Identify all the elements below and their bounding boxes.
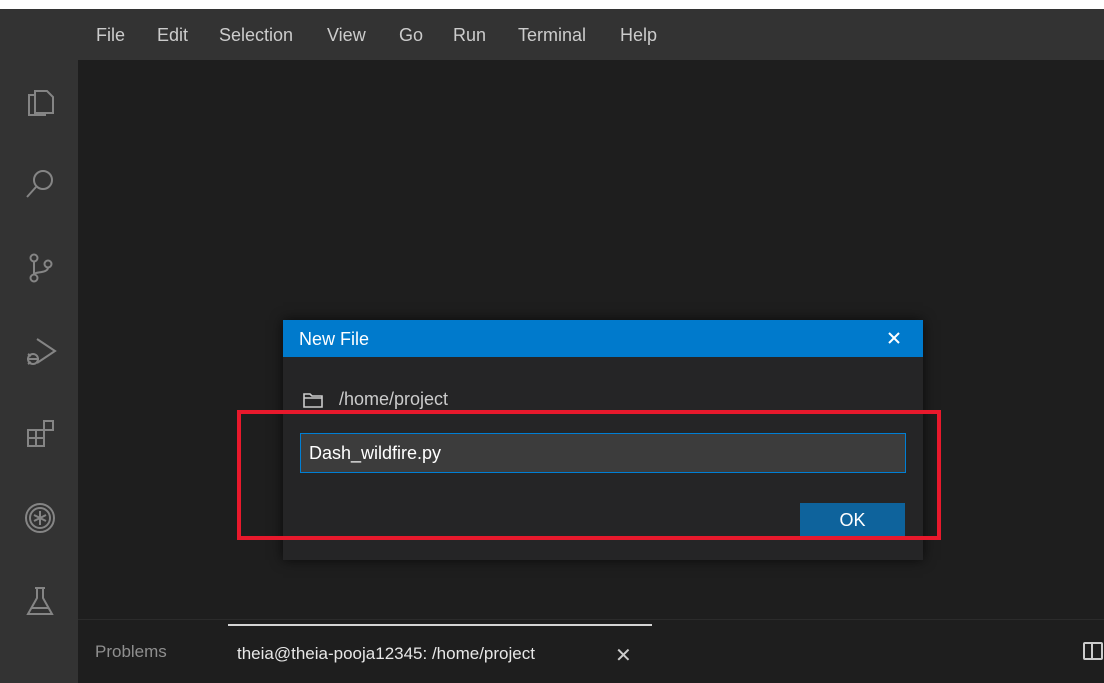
terminal-tab-label: theia@theia-pooja12345: /home/project — [237, 644, 535, 663]
dialog-header: New File — [283, 320, 923, 357]
menu-help[interactable]: Help — [620, 25, 657, 46]
close-icon[interactable] — [884, 328, 904, 348]
tab-terminal[interactable]: theia@theia-pooja12345: /home/project ✕ — [228, 624, 652, 682]
split-panel-icon[interactable] — [1083, 642, 1103, 660]
extensions-icon[interactable] — [22, 416, 58, 452]
panel-tab-bar: Problems theia@theia-pooja12345: /home/p… — [78, 619, 1104, 683]
menu-go[interactable]: Go — [399, 25, 423, 46]
menu-file[interactable]: File — [96, 25, 125, 46]
search-icon[interactable] — [22, 166, 58, 202]
menu-view[interactable]: View — [327, 25, 366, 46]
menu-bar: File Edit Selection View Go Run Terminal… — [0, 9, 1104, 60]
testing-icon[interactable] — [22, 583, 58, 619]
dialog-title: New File — [299, 329, 370, 349]
folder-icon — [303, 392, 323, 408]
highlight-annotation — [237, 410, 941, 540]
explorer-icon[interactable] — [22, 82, 58, 118]
run-debug-icon[interactable] — [22, 333, 58, 369]
menu-selection[interactable]: Selection — [219, 25, 293, 46]
activity-bar — [0, 60, 78, 683]
menu-edit[interactable]: Edit — [157, 25, 188, 46]
close-icon[interactable]: ✕ — [615, 643, 632, 668]
plugin-icon[interactable] — [22, 500, 58, 536]
tab-problems[interactable]: Problems — [95, 642, 167, 662]
source-control-icon[interactable] — [22, 250, 58, 286]
dialog-path: /home/project — [339, 389, 449, 409]
menu-run[interactable]: Run — [453, 25, 486, 46]
menu-terminal[interactable]: Terminal — [518, 25, 586, 46]
